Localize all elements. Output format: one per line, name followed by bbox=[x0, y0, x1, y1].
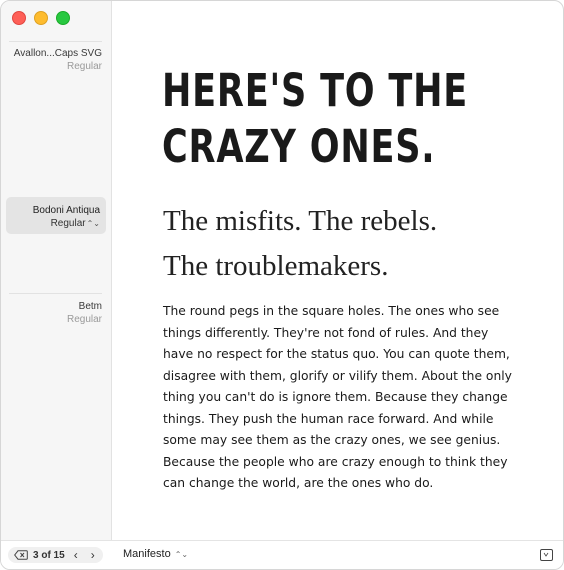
chevron-up-down-icon: ⌃⌄ bbox=[86, 219, 100, 228]
body-line: things differently. They're not fond of … bbox=[163, 325, 489, 340]
body-line: can change the world, are the ones who d… bbox=[163, 476, 434, 490]
font-preview-window: Avallon...Caps SVG Regular Bodoni Antiqu… bbox=[0, 0, 564, 570]
headline-line: HERE'S TO THE bbox=[162, 64, 469, 117]
minimize-window-button[interactable] bbox=[34, 11, 48, 25]
body-text: The round pegs in the square holes. The … bbox=[163, 301, 513, 495]
page-counter: 3 of 15 bbox=[33, 549, 65, 561]
body-line: thing you can't do is ignore them. Becau… bbox=[163, 390, 508, 404]
body-line: have no respect for the status quo. You … bbox=[163, 347, 510, 361]
sample-text-label: Manifesto bbox=[123, 548, 171, 560]
sidebar-toggle-icon[interactable] bbox=[540, 549, 553, 561]
chevron-left-icon[interactable]: ‹ bbox=[70, 549, 82, 561]
font-item-betm[interactable]: Betm Regular bbox=[9, 301, 102, 326]
zoom-window-button[interactable] bbox=[56, 11, 70, 25]
subhead-line: The misfits. The rebels. bbox=[163, 205, 438, 237]
font-pager: 3 of 15 ‹ › bbox=[8, 547, 103, 563]
subhead-line: The troublemakers. bbox=[163, 250, 389, 282]
font-style: Regular bbox=[66, 314, 102, 325]
body-line: disagree with them, glorify or vilify th… bbox=[163, 368, 512, 383]
font-sidebar: Avallon...Caps SVG Regular Bodoni Antiqu… bbox=[1, 1, 112, 541]
preview-area: HERE'S TO THE CRAZY ONES. The misfits. T… bbox=[112, 1, 563, 541]
font-style: Regular bbox=[66, 61, 102, 72]
sample-text-select[interactable]: Manifesto ⌃⌄ bbox=[123, 548, 188, 560]
body-line: some may see them as the crazy ones, we … bbox=[163, 433, 501, 447]
chevron-up-down-icon: ⌃⌄ bbox=[174, 550, 189, 559]
font-style: Regular bbox=[50, 218, 86, 229]
bottom-toolbar: 3 of 15 ‹ › Manifesto ⌃⌄ bbox=[1, 540, 563, 569]
font-name: Avallon...Caps SVG bbox=[13, 48, 102, 59]
headline-line: CRAZY ONES. bbox=[162, 120, 436, 173]
body-line: things. They push the human race forward… bbox=[163, 411, 494, 426]
font-style-select[interactable]: Regular⌃⌄ bbox=[33, 217, 100, 230]
font-name: Betm bbox=[78, 301, 102, 312]
font-item-bodoni-antiqua[interactable]: Bodoni Antiqua Regular⌃⌄ bbox=[6, 197, 106, 234]
sidebar-divider bbox=[9, 41, 102, 42]
sidebar-divider bbox=[9, 293, 102, 294]
font-name: Bodoni Antiqua bbox=[32, 205, 100, 216]
body-line: The round pegs in the square holes. The … bbox=[163, 304, 500, 318]
delete-left-icon[interactable] bbox=[13, 550, 29, 560]
body-line: Because the people who are crazy enough … bbox=[163, 454, 508, 469]
headline-text: HERE'S TO THE CRAZY ONES. bbox=[162, 63, 468, 175]
subhead-text: The misfits. The rebels. The troublemake… bbox=[163, 199, 437, 289]
font-item-avallon[interactable]: Avallon...Caps SVG Regular bbox=[9, 48, 102, 73]
chevron-right-icon[interactable]: › bbox=[87, 549, 99, 561]
close-window-button[interactable] bbox=[12, 11, 26, 25]
window-controls bbox=[12, 11, 70, 25]
